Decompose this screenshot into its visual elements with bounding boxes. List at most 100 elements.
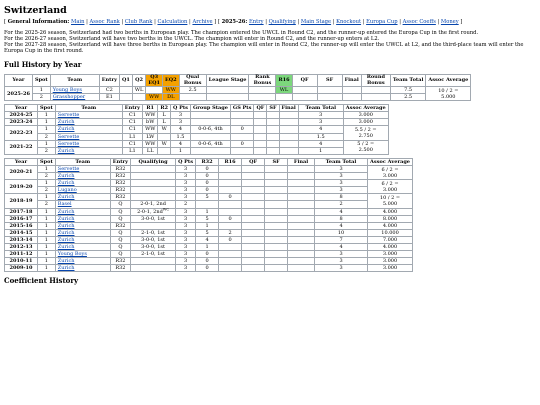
nav-link-qualifying[interactable]: Qualifying — [269, 19, 296, 25]
team-total-cell: 3 — [314, 264, 369, 273]
team-cell: Zurich — [54, 207, 111, 216]
col-header: Team Total — [389, 74, 427, 87]
nav-link-knockout[interactable]: Knockout — [336, 19, 361, 25]
col-header: Assoc Average — [367, 157, 413, 166]
nav-link-main-stage[interactable]: Main Stage — [301, 19, 331, 25]
gs-pts-cell — [229, 146, 255, 155]
entry-cell: L1 — [121, 132, 144, 141]
team-link[interactable]: Basel — [58, 201, 72, 207]
nav-link-europa-cup[interactable]: Europa Cup — [366, 19, 397, 25]
r32-cell: 0 — [195, 257, 220, 266]
team-link[interactable]: Lugano — [58, 187, 77, 193]
gs-pts-cell — [229, 132, 255, 141]
team-link[interactable]: Zurich — [58, 180, 75, 186]
team-cell: Zurich — [54, 179, 111, 188]
qf-cell — [253, 132, 268, 141]
col-header: Year — [4, 104, 38, 113]
nav-link-money[interactable]: Money — [441, 19, 459, 25]
sf-cell — [264, 179, 289, 188]
col-header: GS Pts — [229, 104, 255, 113]
q-pts-cell: 3 — [175, 264, 197, 273]
team-total-cell: 4 — [314, 207, 369, 216]
team-total-cell: 3 — [314, 179, 369, 188]
team-link[interactable]: Young Boys — [53, 87, 82, 93]
nav-link-main[interactable]: Main — [71, 19, 84, 25]
team-link[interactable]: Servette — [58, 112, 80, 118]
team-total-cell: 4 — [314, 242, 369, 252]
assoc-average-value: 4.000 — [382, 243, 398, 250]
team-link[interactable]: Zurich — [58, 258, 75, 264]
qualifying-cell — [130, 193, 177, 202]
round-bonus-cell — [360, 93, 391, 102]
col-header: Year — [4, 74, 33, 87]
sf-cell — [266, 139, 280, 148]
spot-cell: 1 — [37, 257, 56, 266]
final-cell — [287, 264, 316, 273]
sf-cell — [316, 93, 343, 102]
year-cell: 2015-16 — [4, 221, 38, 230]
qf-cell — [241, 186, 266, 195]
r1-cell: bW — [142, 118, 159, 127]
team-link[interactable]: Zurich — [58, 209, 75, 215]
qualifying-cell — [130, 257, 177, 266]
qualifying-result: 3-0-0, 1st — [141, 243, 165, 250]
spot-cell: 1 — [37, 250, 56, 259]
final-cell — [287, 164, 316, 174]
final-cell — [278, 125, 299, 134]
team-link[interactable]: Zurich — [58, 173, 75, 179]
final-cell — [287, 186, 316, 195]
final-cell — [287, 179, 316, 188]
nav-link-calculation[interactable]: Calculation — [157, 19, 187, 25]
group-stage-cell: 0-0-6, 4th — [189, 125, 231, 134]
r2-cell — [157, 146, 171, 155]
team-link[interactable]: Zurich — [58, 194, 75, 200]
sf-cell — [264, 207, 289, 216]
team-link[interactable]: Zurich — [58, 126, 75, 132]
team-link[interactable]: Zurich — [58, 244, 75, 250]
nav-link-club-rank[interactable]: Club Rank — [125, 19, 153, 25]
team-link[interactable]: Zurich — [58, 216, 75, 222]
team-link[interactable]: Servette — [58, 141, 80, 147]
team-cell: Servette — [54, 132, 123, 141]
team-link[interactable]: Zurich — [58, 148, 75, 154]
table-row: 2010-11 1 Zurich R32 3 0 3 3.000 — [4, 257, 413, 266]
team-link[interactable]: Zurich — [58, 119, 75, 125]
sf-cell — [264, 164, 289, 174]
team-link[interactable]: Zurich — [58, 223, 75, 229]
col-header: Team — [54, 157, 111, 166]
intro-text: For the 2025-26 season, Switzerland had … — [4, 30, 536, 54]
table-row: 2016-17 1 Zurich Q 3-0-0, 1st 3 5 0 8 8.000 — [4, 214, 413, 223]
team-link[interactable]: Zurich — [58, 230, 75, 236]
col-header: R16 — [275, 74, 293, 87]
qualifying-cell — [130, 172, 177, 181]
team-link[interactable]: Servette — [58, 166, 80, 172]
table-row: 2 Zurich L1 LL 1 1 — [5, 146, 389, 155]
qf-cell — [253, 118, 268, 127]
team-link[interactable]: Grasshopper — [53, 94, 85, 100]
final-cell — [278, 132, 299, 141]
team-total-cell: 7 — [314, 235, 369, 244]
team-link[interactable]: Servette — [58, 134, 80, 140]
col-header: Spot — [31, 74, 51, 87]
entry-cell: E1 — [98, 93, 121, 102]
team-cell: Grasshopper — [49, 93, 100, 102]
final-cell — [287, 257, 316, 266]
year-cell: 2019-20 — [4, 179, 38, 195]
team-link[interactable]: Young Boys — [58, 251, 87, 257]
r32-cell: 5 — [195, 228, 220, 237]
nav-link-entry[interactable]: Entry — [249, 19, 264, 25]
gs-pts-cell — [229, 118, 255, 127]
nav-link-archive[interactable]: Archive — [192, 19, 212, 25]
assoc-average-value: 3.000 — [382, 172, 398, 179]
year-cell: 2024-25 — [4, 111, 38, 120]
assoc-average-value: 10.000 — [381, 229, 399, 236]
nav-link-assoc-coeffs[interactable]: Assoc Coeffs — [403, 19, 436, 25]
team-link[interactable]: Zurich — [58, 237, 75, 243]
team-cell: Basel — [54, 200, 111, 209]
team-total-cell: 3 — [297, 111, 344, 120]
entry-cell: Q — [109, 214, 132, 223]
nav-link-assoc-rank[interactable]: Assoc Rank — [89, 19, 119, 25]
spot-cell: 1 — [31, 85, 51, 95]
team-link[interactable]: Zurich — [58, 265, 75, 271]
year-cell: 2009-10 — [4, 264, 38, 273]
